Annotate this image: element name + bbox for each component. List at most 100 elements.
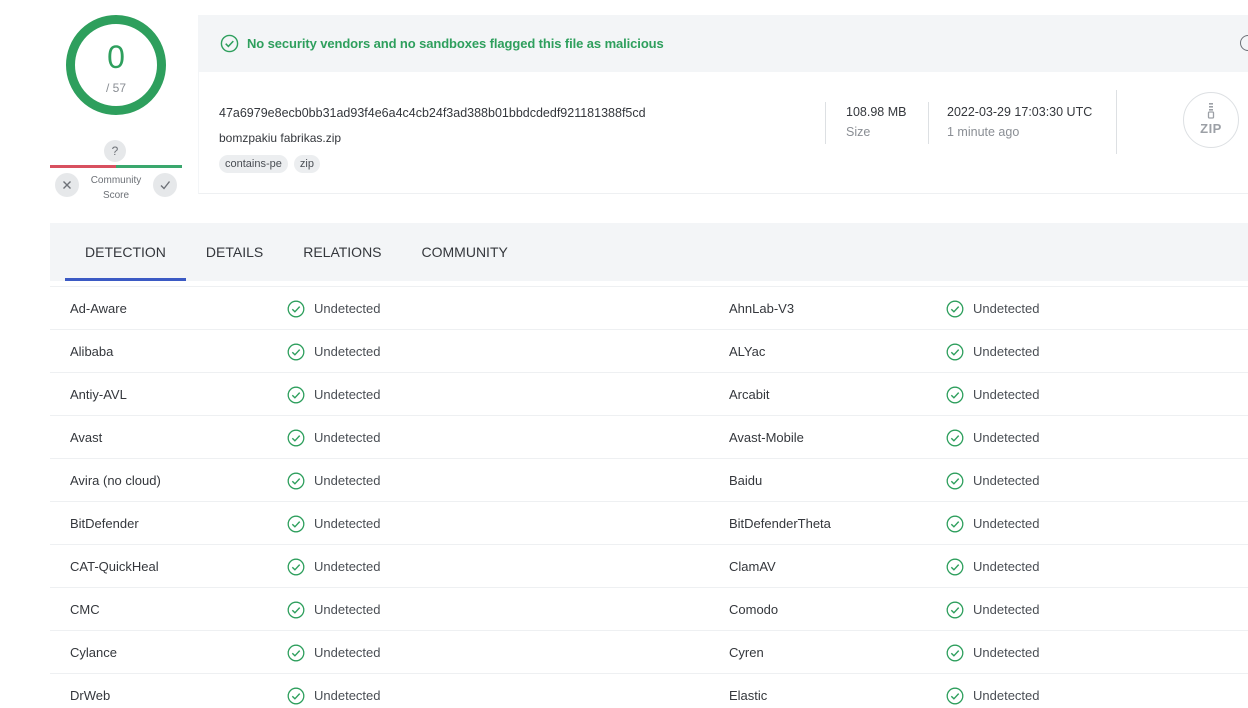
vendor-name: Avast-Mobile — [729, 430, 804, 445]
vendor-name: Elastic — [729, 688, 768, 703]
tag-contains-pe[interactable]: contains-pe — [219, 155, 288, 173]
banner-action-icon[interactable] — [1240, 35, 1248, 51]
file-size: 108.98 MB — [846, 105, 907, 119]
table-row: CMC Undetected Comodo Undetected — [50, 588, 1248, 631]
check-circle-icon — [287, 644, 305, 661]
close-icon — [63, 181, 71, 189]
check-circle-icon — [287, 472, 305, 489]
detection-result: Undetected — [287, 674, 381, 708]
tag-zip[interactable]: zip — [293, 155, 320, 173]
vendor-name: Antiy-AVL — [70, 387, 127, 402]
detection-result: Undetected — [946, 459, 1040, 502]
detection-result: Undetected — [946, 373, 1040, 416]
table-row: Avira (no cloud) Undetected Baidu Undetecte… — [50, 459, 1248, 502]
file-info-card: 47a6979e8ecb0bb31ad93f4e6a4c4cb24f3ad388… — [198, 72, 1248, 194]
detection-result-label: Undetected — [973, 516, 1040, 531]
tab-details-label: DETAILS — [205, 244, 264, 260]
detection-result-label: Undetected — [314, 602, 381, 617]
check-circle-icon — [946, 644, 964, 661]
detection-result-label: Undetected — [314, 688, 381, 703]
detection-total: / 57 — [105, 81, 126, 95]
detection-result: Undetected — [946, 416, 1040, 459]
file-type-label: ZIP — [1200, 120, 1222, 136]
community-score-negative — [50, 165, 116, 168]
analysis-relative-time: 1 minute ago — [947, 125, 1020, 139]
detection-result: Undetected — [946, 588, 1040, 631]
tab-detection-label: DETECTION — [85, 244, 166, 260]
detection-result-label: Undetected — [314, 559, 381, 574]
check-circle-icon — [287, 386, 305, 403]
detection-result: Undetected — [946, 545, 1040, 588]
detection-result: Undetected — [287, 373, 381, 416]
check-circle-icon — [946, 429, 964, 446]
community-score-help-icon[interactable]: ? — [104, 140, 126, 162]
check-circle-icon — [287, 300, 305, 317]
detection-result-label: Undetected — [314, 645, 381, 660]
detection-result-label: Undetected — [973, 559, 1040, 574]
vendor-name: Cyren — [729, 645, 764, 660]
vendor-name: BitDefender — [70, 516, 139, 531]
vendor-name: Ad-Aware — [70, 301, 127, 316]
vendor-name: ALYac — [729, 344, 766, 359]
detection-count: 0 — [107, 39, 125, 75]
community-score-bar — [50, 165, 182, 168]
vendor-name: Comodo — [729, 602, 779, 617]
table-row: Ad-Aware Undetected AhnLab-V3 Undetected — [50, 287, 1248, 330]
detection-result: Undetected — [946, 287, 1040, 330]
detection-result: Undetected — [287, 545, 381, 588]
detection-result: Undetected — [946, 674, 1040, 708]
community-score-label: Community Score — [84, 173, 148, 203]
check-circle-icon — [946, 515, 964, 532]
tab-relations[interactable]: RELATIONS — [283, 223, 401, 281]
check-circle-icon — [287, 343, 305, 360]
detection-result-label: Undetected — [314, 387, 381, 402]
detection-result: Undetected — [287, 416, 381, 459]
report-tabs: DETECTION DETAILS RELATIONS COMMUNITY — [50, 223, 1248, 281]
file-tags: contains-pe zip — [219, 155, 320, 173]
vendor-name: Avast — [70, 430, 103, 445]
vote-harmful-button[interactable] — [55, 173, 79, 197]
detection-result-label: Undetected — [314, 301, 381, 316]
detection-result: Undetected — [287, 502, 381, 545]
check-circle-icon — [946, 687, 964, 704]
table-row: Alibaba Undetected ALYac Undetected — [50, 330, 1248, 373]
table-row: BitDefender Undetected BitDefenderTheta Und… — [50, 502, 1248, 545]
check-circle-icon — [287, 515, 305, 532]
vendor-name: Cylance — [70, 645, 117, 660]
detection-result-label: Undetected — [973, 387, 1040, 402]
file-type-badge: ZIP — [1183, 92, 1239, 148]
table-row: DrWeb Undetected Elastic Undetected — [50, 674, 1248, 708]
detection-result: Undetected — [287, 459, 381, 502]
tab-detection[interactable]: DETECTION — [65, 223, 186, 281]
check-circle-icon — [946, 386, 964, 403]
file-name: bomzpakiu fabrikas.zip — [219, 131, 342, 145]
file-hash[interactable]: 47a6979e8ecb0bb31ad93f4e6a4c4cb24f3ad388… — [219, 106, 646, 120]
detection-result-label: Undetected — [314, 430, 381, 445]
vote-harmless-button[interactable] — [153, 173, 177, 197]
detection-result-label: Undetected — [973, 602, 1040, 617]
detection-result-label: Undetected — [314, 344, 381, 359]
vendor-name: CAT-QuickHeal — [70, 559, 159, 574]
check-circle-icon — [946, 558, 964, 575]
tab-community[interactable]: COMMUNITY — [402, 223, 528, 281]
community-score-positive — [116, 165, 182, 168]
vendor-name: DrWeb — [70, 688, 111, 703]
detection-result: Undetected — [946, 330, 1040, 373]
detection-result-label: Undetected — [314, 473, 381, 488]
tab-community-label: COMMUNITY — [421, 244, 508, 260]
vendor-name: AhnLab-V3 — [729, 301, 795, 316]
check-circle-icon — [946, 300, 964, 317]
detection-result: Undetected — [946, 502, 1040, 545]
tab-details[interactable]: DETAILS — [186, 223, 283, 281]
table-row: Antiy-AVL Undetected Arcabit Undetected — [50, 373, 1248, 416]
table-row: Cylance Undetected Cyren Undetected — [50, 631, 1248, 674]
vendor-name: Avira (no cloud) — [70, 473, 161, 488]
detection-result-label: Undetected — [973, 430, 1040, 445]
verdict-text: No security vendors and no sandboxes fla… — [247, 36, 664, 51]
vendor-name: CMC — [70, 602, 100, 617]
check-circle-icon — [946, 601, 964, 618]
detection-result: Undetected — [287, 330, 381, 373]
detection-result: Undetected — [287, 287, 381, 330]
check-circle-icon — [287, 558, 305, 575]
check-circle-icon — [287, 429, 305, 446]
